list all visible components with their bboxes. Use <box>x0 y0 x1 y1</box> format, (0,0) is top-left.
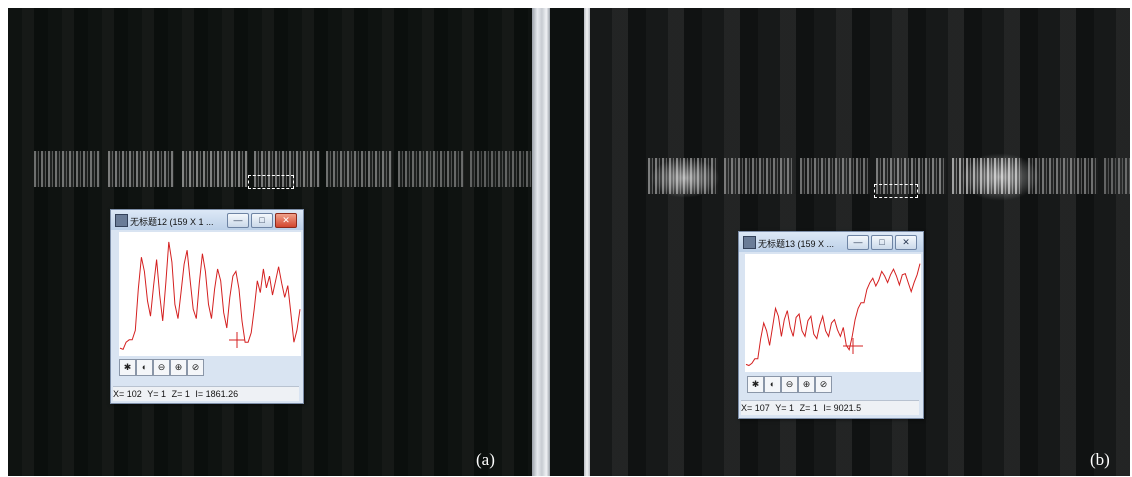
z-readout: Z= 1 <box>171 389 190 399</box>
zoom-reset-icon[interactable]: ⊘ <box>815 376 832 393</box>
splitter-gap <box>550 8 584 476</box>
x-readout: X= 102 <box>113 389 142 399</box>
profile-plot <box>745 254 921 372</box>
maximize-button[interactable]: □ <box>251 213 273 228</box>
contrast-icon[interactable]: ◐ <box>764 376 781 393</box>
minimize-button[interactable]: — <box>847 235 869 250</box>
maximize-button[interactable]: □ <box>871 235 893 250</box>
status-bar: X= 102 Y= 1 Z= 1 I= 1861.26 <box>113 386 299 401</box>
scale-icon[interactable]: ✱ <box>119 359 136 376</box>
zoom-out-icon[interactable]: ⊖ <box>153 359 170 376</box>
intensity-readout: I= 9021.5 <box>823 403 862 413</box>
cursor-crosshair <box>843 338 863 354</box>
profile-chart <box>745 263 921 367</box>
title-bar[interactable]: 无标题13 (159 X ... — □ ✕ <box>739 232 923 252</box>
y-readout: Y= 1 <box>147 389 167 399</box>
bright-spot <box>650 158 720 198</box>
cursor-crosshair <box>229 332 245 348</box>
x-readout: X= 107 <box>741 403 770 413</box>
profile-line <box>745 263 921 367</box>
profile-chart <box>119 241 301 350</box>
window-icon <box>743 236 756 249</box>
plot-toolbar: ✱ ◐ ⊖ ⊕ ⊘ <box>119 359 239 376</box>
scale-icon[interactable]: ✱ <box>747 376 764 393</box>
close-button[interactable]: ✕ <box>895 235 917 250</box>
window-icon <box>115 214 128 227</box>
window-title: 无标题12 (159 X 1 ... <box>130 217 214 227</box>
intensity-readout: I= 1861.26 <box>195 389 239 399</box>
splitter-left[interactable] <box>532 8 550 476</box>
window-title: 无标题13 (159 X ... <box>758 239 835 249</box>
status-bar: X= 107 Y= 1 Z= 1 I= 9021.5 <box>741 400 919 415</box>
plot-window-a[interactable]: 无标题12 (159 X 1 ... — □ ✕ ✱ ◐ ⊖ ⊕ ⊘ X= 10… <box>110 209 304 404</box>
zoom-reset-icon[interactable]: ⊘ <box>187 359 204 376</box>
roi-selection[interactable] <box>248 175 294 189</box>
profile-line <box>119 241 301 350</box>
plot-toolbar: ✱ ◐ ⊖ ⊕ ⊘ <box>747 376 867 393</box>
zoom-out-icon[interactable]: ⊖ <box>781 376 798 393</box>
y-readout: Y= 1 <box>775 403 795 413</box>
zoom-in-icon[interactable]: ⊕ <box>798 376 815 393</box>
title-bar[interactable]: 无标题12 (159 X 1 ... — □ ✕ <box>111 210 303 230</box>
panel-label: (a) <box>476 450 495 469</box>
z-readout: Z= 1 <box>799 403 818 413</box>
bright-spot <box>960 153 1040 201</box>
zoom-in-icon[interactable]: ⊕ <box>170 359 187 376</box>
plot-window-b[interactable]: 无标题13 (159 X ... — □ ✕ ✱ ◐ ⊖ ⊕ ⊘ X= 107 … <box>738 231 924 419</box>
panel-label: (b) <box>1090 450 1110 469</box>
roi-selection[interactable] <box>874 184 918 198</box>
minimize-button[interactable]: — <box>227 213 249 228</box>
profile-plot <box>119 232 301 356</box>
contrast-icon[interactable]: ◐ <box>136 359 153 376</box>
close-button[interactable]: ✕ <box>275 213 297 228</box>
